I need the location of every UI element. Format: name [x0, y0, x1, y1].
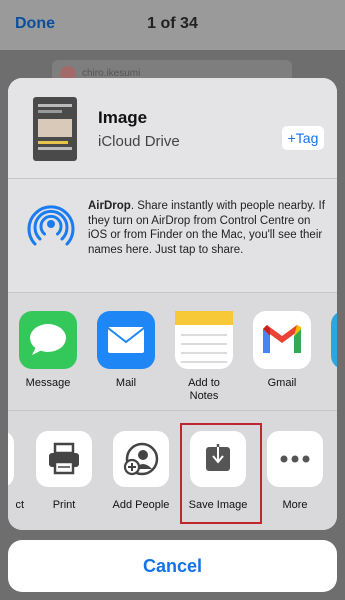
app-label: Message — [25, 377, 71, 389]
app-message[interactable]: Message — [13, 311, 83, 390]
print-action[interactable]: Print — [26, 431, 102, 511]
item-location: iCloud Drive — [98, 133, 180, 150]
actions-row: ct Print Add People Save Image More — [8, 411, 337, 530]
more-action[interactable]: More — [257, 431, 333, 511]
image-thumbnail — [33, 97, 77, 161]
printer-icon — [36, 431, 92, 487]
action-label: Add People — [112, 499, 170, 511]
app-label: Gmail — [267, 377, 297, 389]
app-partial-icon — [331, 311, 337, 369]
airdrop-title: AirDrop — [88, 200, 131, 212]
app-notes[interactable]: Add to Notes — [169, 311, 239, 402]
mail-icon — [97, 311, 155, 369]
action-partial[interactable]: ct — [8, 431, 24, 511]
app-label: Add to Notes — [188, 377, 220, 402]
app-mail[interactable]: Mail — [91, 311, 161, 390]
share-header: Image iCloud Drive +Tag — [8, 78, 337, 179]
partial-icon — [8, 431, 14, 487]
share-sheet: Image iCloud Drive +Tag AirDrop. Share i… — [8, 78, 337, 530]
action-label: ct — [15, 499, 24, 511]
gmail-icon — [253, 311, 311, 369]
app-gmail[interactable]: Gmail — [247, 311, 317, 390]
add-people-action[interactable]: Add People — [103, 431, 179, 511]
page-counter: 1 of 34 — [147, 15, 198, 32]
airdrop-icon — [27, 205, 75, 246]
notes-icon — [175, 311, 233, 369]
messages-icon — [19, 311, 77, 369]
app-label: Mail — [115, 377, 137, 389]
app-partial[interactable] — [325, 311, 337, 369]
airdrop-section[interactable]: AirDrop. Share instantly with people nea… — [8, 179, 337, 293]
item-title: Image — [98, 108, 148, 127]
highlight-box — [180, 423, 262, 524]
app-row: Message Mail Add to Notes Gmail — [8, 293, 337, 411]
add-people-icon — [113, 431, 169, 487]
airdrop-description: AirDrop. Share instantly with people nea… — [88, 199, 328, 257]
action-label: Print — [52, 499, 76, 511]
cancel-button[interactable]: Cancel — [8, 540, 337, 592]
navigation-bar: Done 1 of 34 — [0, 0, 345, 50]
action-label: More — [282, 499, 308, 511]
tag-button[interactable]: +Tag — [282, 126, 324, 150]
more-icon — [267, 431, 323, 487]
